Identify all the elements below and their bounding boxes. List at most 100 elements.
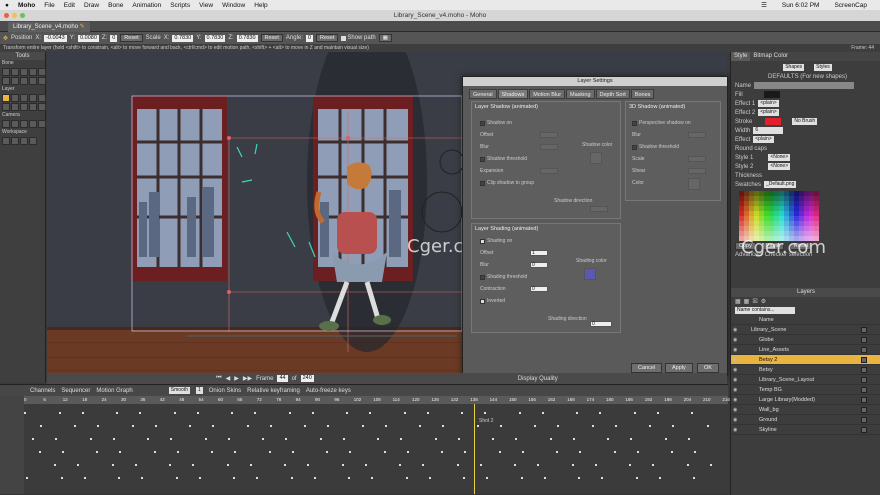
keyframe[interactable] <box>630 438 632 440</box>
layer-checkbox[interactable] <box>861 387 867 393</box>
keyframe[interactable] <box>291 451 294 453</box>
keyframe[interactable] <box>406 451 409 453</box>
keyframe[interactable] <box>176 451 179 453</box>
show-path-checkbox[interactable]: Show path <box>341 35 376 41</box>
keyframe[interactable] <box>285 438 287 440</box>
visibility-icon[interactable]: ◉ <box>733 327 741 333</box>
tab-bones[interactable]: Bones <box>630 89 655 99</box>
document-tab[interactable]: Library_Scene_v4.moho ✎ <box>8 22 90 32</box>
minimize-window-icon[interactable] <box>12 13 17 18</box>
layer-row[interactable]: ◉ Line_Assets <box>731 345 880 355</box>
visibility-icon[interactable]: ◉ <box>733 337 741 343</box>
keyframe[interactable] <box>687 438 690 440</box>
shading-on-checkbox[interactable]: Shading on <box>480 238 512 244</box>
visibility-icon[interactable]: ◉ <box>733 417 741 423</box>
position-x-field[interactable]: -0.0043 <box>44 34 67 42</box>
rotate-layer-z-tool[interactable] <box>29 94 37 102</box>
shading-color-swatch[interactable] <box>584 268 596 280</box>
keyframe[interactable] <box>89 438 92 440</box>
keyframe[interactable] <box>486 477 488 479</box>
layer-options-icon[interactable]: ▦ <box>378 34 392 42</box>
display-quality-label[interactable]: Display Quality <box>518 376 558 382</box>
layer-filter-field[interactable]: Name contains... <box>735 307 795 314</box>
keyframe[interactable] <box>636 451 639 453</box>
set-origin-tool[interactable] <box>11 94 19 102</box>
width-field[interactable]: 6 <box>753 127 784 134</box>
keyframe[interactable] <box>112 438 115 440</box>
keyframe[interactable] <box>256 477 258 479</box>
keyframe[interactable] <box>346 412 348 414</box>
effect2-select[interactable]: <plain> <box>758 109 779 116</box>
visibility-icon[interactable]: ◉ <box>733 377 741 383</box>
keyframe[interactable] <box>419 425 421 427</box>
layer-tool-9[interactable] <box>29 103 37 111</box>
effect-select[interactable]: <plain> <box>753 136 774 143</box>
keyframe[interactable] <box>288 412 291 414</box>
keyframe[interactable] <box>428 477 431 479</box>
keyframe-tracks[interactable]: Shot 2 <box>24 404 728 494</box>
keyframe[interactable] <box>442 425 444 427</box>
wifi-icon[interactable]: ☰ <box>761 1 767 9</box>
keyframe[interactable] <box>457 438 460 440</box>
keyframe[interactable] <box>38 451 41 453</box>
layer-row[interactable]: ◉ Skyline <box>731 425 880 435</box>
visibility-icon[interactable]: ◉ <box>733 407 741 413</box>
add-bone-tool[interactable] <box>38 68 46 76</box>
shadow3d-color-swatch[interactable] <box>688 178 700 190</box>
tab-bitmap-color[interactable]: Bitmap Color <box>750 52 791 61</box>
keyframe[interactable] <box>83 477 86 479</box>
menu-view[interactable]: View <box>199 2 213 9</box>
pan-workspace-tool[interactable] <box>2 137 10 145</box>
keyframe[interactable] <box>426 412 429 414</box>
keyframe[interactable] <box>556 451 558 453</box>
menu-moho[interactable]: Moho <box>18 2 35 9</box>
keyframe[interactable] <box>591 425 594 427</box>
rotate-bone-tool[interactable] <box>29 68 37 76</box>
keyframe[interactable] <box>131 425 134 427</box>
layer-checkbox[interactable] <box>861 347 867 353</box>
keyframe[interactable] <box>441 451 443 453</box>
shadow-threshold-checkbox[interactable]: Shadow threshold <box>480 156 527 162</box>
layer-row[interactable]: ◉ Wall_bg <box>731 405 880 415</box>
keyframe[interactable] <box>499 425 502 427</box>
keyframe[interactable] <box>116 412 118 414</box>
keyframe[interactable] <box>311 412 314 414</box>
keyframe[interactable] <box>54 464 56 466</box>
keyframe[interactable] <box>262 438 264 440</box>
keyframe[interactable] <box>518 412 521 414</box>
keyframe[interactable] <box>269 425 272 427</box>
layer-tool-6[interactable] <box>2 103 10 111</box>
total-frames-field[interactable]: 240 <box>300 375 314 382</box>
keyframe[interactable] <box>498 451 501 453</box>
apple-icon[interactable]: ● <box>5 2 9 9</box>
keyframe[interactable] <box>254 412 256 414</box>
keyframe[interactable] <box>24 412 26 414</box>
keyframe[interactable] <box>204 438 207 440</box>
playhead[interactable] <box>474 404 475 494</box>
styles-select[interactable]: Styles <box>814 64 832 71</box>
recorder-label[interactable]: ScreenCap <box>834 2 867 9</box>
zoom-workspace-tool[interactable] <box>11 137 19 145</box>
fill-color-swatch[interactable] <box>763 91 780 98</box>
keyframe[interactable] <box>196 412 199 414</box>
fill-checkbox[interactable]: Fill <box>735 92 743 98</box>
keyframe[interactable] <box>32 438 34 440</box>
relative-keyframing-checkbox[interactable]: Relative keyframing <box>247 388 300 394</box>
visibility-icon[interactable]: ◉ <box>733 397 741 403</box>
keyframe[interactable] <box>74 425 76 427</box>
shadow-color-swatch[interactable] <box>590 152 602 164</box>
keyframe[interactable] <box>268 451 271 453</box>
keyframe[interactable] <box>599 412 601 414</box>
tab-style[interactable]: Style <box>731 52 751 61</box>
layer-checkbox[interactable] <box>861 397 867 403</box>
keyframe[interactable] <box>534 425 536 427</box>
keyframe[interactable] <box>706 425 709 427</box>
scale-reset-button[interactable]: Reset <box>260 34 283 42</box>
keyframe[interactable] <box>479 464 482 466</box>
translate-bone-tool[interactable] <box>11 68 19 76</box>
keyframe[interactable] <box>39 425 42 427</box>
keyframe[interactable] <box>456 464 459 466</box>
keyframe[interactable] <box>189 425 191 427</box>
keyframe[interactable] <box>327 425 329 427</box>
layer-row[interactable]: ◉ Betsy <box>731 365 880 375</box>
